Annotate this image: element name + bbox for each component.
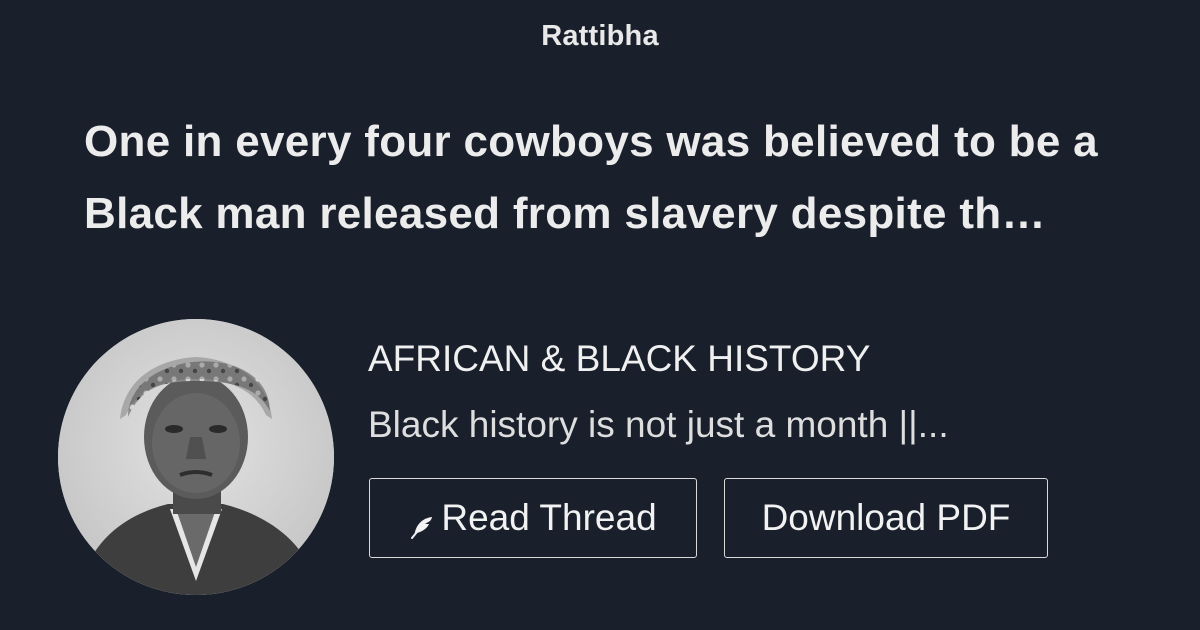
author-bio: Black history is not just a month ||... [368, 404, 949, 445]
download-pdf-button[interactable]: Download PDF [724, 478, 1048, 558]
feather-icon [409, 507, 435, 539]
read-thread-label: Read Thread [441, 497, 657, 538]
thread-title: One in every four cowboys was believed t… [84, 117, 1098, 238]
download-pdf-label: Download PDF [761, 497, 1011, 538]
brand-title: Rattibha [541, 20, 659, 52]
read-thread-button[interactable]: Read Thread [369, 478, 697, 558]
author-name: AFRICAN & BLACK HISTORY [368, 338, 871, 379]
author-avatar [58, 319, 334, 595]
